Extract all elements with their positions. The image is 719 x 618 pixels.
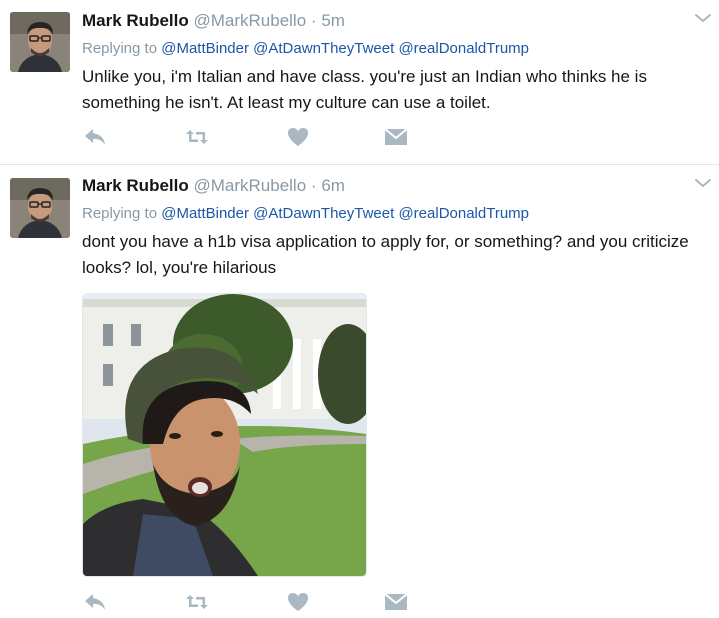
replying-to: Replying to @MattBinder @AtDawnTheyTweet… — [82, 40, 529, 57]
username[interactable]: @MarkRubello — [193, 176, 306, 195]
timestamp[interactable]: 5m — [321, 11, 345, 30]
heart-icon[interactable] — [285, 589, 311, 615]
mention-link[interactable]: @MattBinder — [161, 205, 249, 222]
display-name[interactable]: Mark Rubello — [82, 11, 189, 30]
chevron-down-icon[interactable] — [693, 10, 713, 26]
replying-to-label: Replying to — [82, 205, 158, 222]
replying-to-label: Replying to — [82, 40, 158, 57]
mention-link[interactable]: @realDonaldTrump — [398, 40, 529, 57]
separator-dot: · — [310, 11, 317, 30]
tweet-text: Unlike you, i'm Italian and have class. … — [82, 67, 647, 112]
tweet-header: Mark Rubello @MarkRubello · 6m — [82, 176, 345, 196]
envelope-icon[interactable] — [383, 124, 409, 150]
tweet-header: Mark Rubello @MarkRubello · 5m — [82, 11, 345, 31]
separator-dot: · — [310, 176, 317, 195]
retweet-icon[interactable] — [184, 589, 210, 615]
tweet[interactable]: Mark Rubello @MarkRubello · 5m Replying … — [0, 0, 719, 165]
avatar[interactable] — [10, 178, 70, 238]
replying-to: Replying to @MattBinder @AtDawnTheyTweet… — [82, 205, 529, 222]
mention-link[interactable]: @AtDawnTheyTweet — [253, 205, 394, 222]
avatar[interactable] — [10, 12, 70, 72]
retweet-icon[interactable] — [184, 124, 210, 150]
attached-photo[interactable] — [82, 293, 367, 577]
heart-icon[interactable] — [285, 124, 311, 150]
envelope-icon[interactable] — [383, 589, 409, 615]
reply-icon[interactable] — [82, 589, 108, 615]
chevron-down-icon[interactable] — [693, 175, 713, 191]
tweet-text: dont you have a h1b visa application to … — [82, 232, 689, 277]
timestamp[interactable]: 6m — [321, 176, 345, 195]
mention-link[interactable]: @MattBinder — [161, 40, 249, 57]
tweet-actions — [82, 124, 412, 150]
display-name[interactable]: Mark Rubello — [82, 176, 189, 195]
tweet[interactable]: Mark Rubello @MarkRubello · 6m Replying … — [0, 165, 719, 618]
reply-icon[interactable] — [82, 124, 108, 150]
mention-link[interactable]: @AtDawnTheyTweet — [253, 40, 394, 57]
tweet-actions — [82, 589, 412, 615]
mention-link[interactable]: @realDonaldTrump — [398, 205, 529, 222]
username[interactable]: @MarkRubello — [193, 11, 306, 30]
